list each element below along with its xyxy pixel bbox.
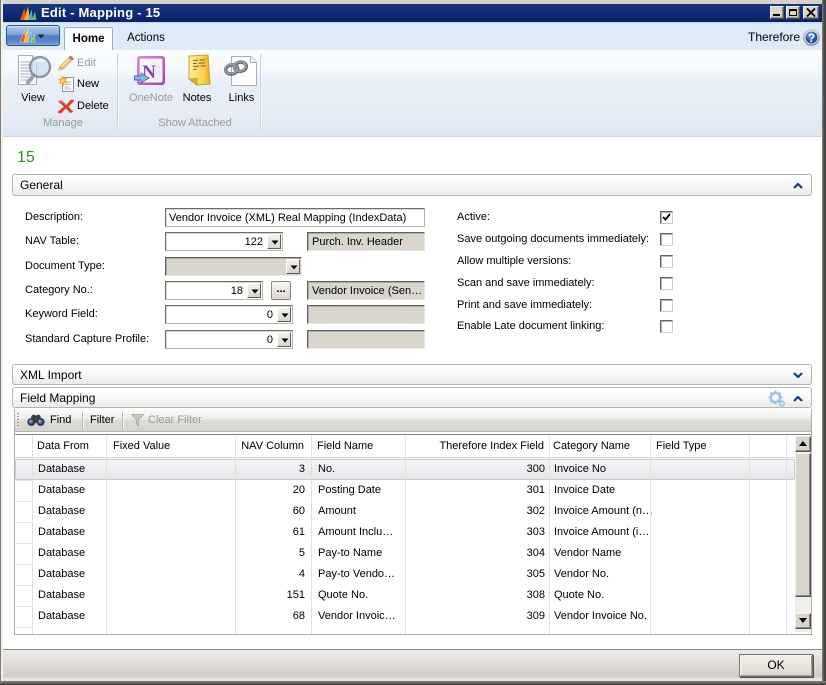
svg-text:?: ? bbox=[808, 31, 815, 45]
